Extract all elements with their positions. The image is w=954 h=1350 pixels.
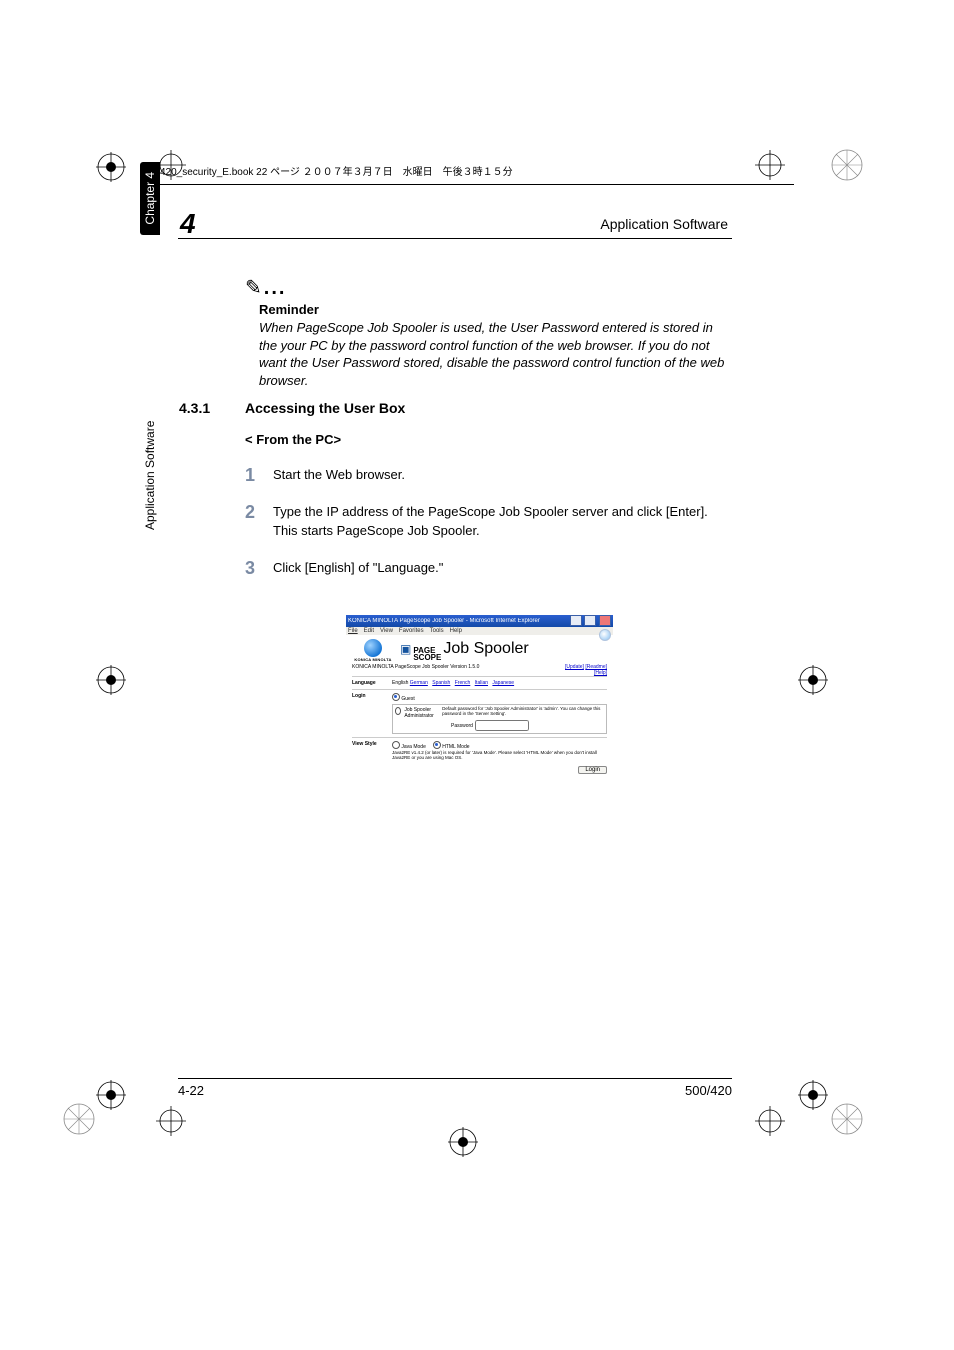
star-icon xyxy=(62,1102,96,1139)
viewstyle-label: View Style xyxy=(352,741,392,761)
window-titlebar: KONICA MINOLTA PageScope Job Spooler - M… xyxy=(346,615,613,627)
version-text: KONICA MINOLTA PageScope Job Spooler Ver… xyxy=(352,664,479,676)
footer-model: 500/420 xyxy=(685,1083,732,1098)
page-footer: 4-22 500/420 xyxy=(178,1078,732,1098)
print-header-text: 420_security_E.book 22 ページ ２００７年３月７日 水曜日… xyxy=(160,167,513,178)
step-list: 1 Start the Web browser. 2 Type the IP a… xyxy=(245,460,730,595)
crop-mark-icon xyxy=(448,1127,478,1157)
radio-java-mode[interactable] xyxy=(392,741,400,749)
link-update[interactable]: [Update] xyxy=(565,664,584,670)
step-text: Start the Web browser. xyxy=(273,466,730,485)
chapter-rule xyxy=(178,238,732,239)
step-text: Type the IP address of the PageScope Job… xyxy=(273,503,730,541)
menu-favorites[interactable]: Favorites xyxy=(399,628,424,634)
crop-mark-icon xyxy=(96,1080,126,1110)
minimize-icon[interactable] xyxy=(570,615,582,626)
password-label: Password xyxy=(451,723,473,729)
admin-info: Default password for 'Job Spooler Admini… xyxy=(442,707,604,717)
lang-japanese[interactable]: Japanese xyxy=(492,680,514,686)
menu-view[interactable]: View xyxy=(380,628,393,634)
pagescope-icon: ▣ xyxy=(400,642,411,656)
link-help[interactable]: [Help] xyxy=(594,670,607,676)
admin-label: Job Spooler Administrator xyxy=(404,707,439,719)
lang-french[interactable]: French xyxy=(455,680,471,686)
menu-tools[interactable]: Tools xyxy=(430,628,444,634)
pagescope-logo: ▣ PAGE SCOPE Job Spooler xyxy=(400,640,529,661)
language-label: Language xyxy=(352,680,392,686)
close-icon[interactable] xyxy=(599,615,611,626)
crop-mark-icon xyxy=(798,665,828,695)
ie-menubar[interactable]: File Edit View Favorites Tools Help xyxy=(346,627,613,635)
radio-admin[interactable] xyxy=(395,707,401,715)
step: 3 Click [English] of "Language." xyxy=(245,559,730,578)
lang-spanish[interactable]: Spanish xyxy=(432,680,450,686)
star-icon xyxy=(830,1102,864,1139)
side-tab-chapter: Chapter 4 xyxy=(140,162,160,235)
km-logo: KONICA MINOLTA xyxy=(352,639,394,662)
jobspooler-text: Job Spooler xyxy=(443,640,528,658)
globe-icon xyxy=(364,639,382,657)
section-subtitle: < From the PC> xyxy=(245,432,341,447)
maximize-icon[interactable] xyxy=(584,615,596,626)
step-number: 1 xyxy=(245,466,273,485)
reminder-block: ✎... Reminder When PageScope Job Spooler… xyxy=(245,275,730,389)
login-button[interactable]: Login xyxy=(578,766,607,774)
step: 2 Type the IP address of the PageScope J… xyxy=(245,503,730,541)
km-brand-text: KONICA MINOLTA xyxy=(354,657,391,662)
print-header: 420_security_E.book 22 ページ ２００７年３月７日 水曜日… xyxy=(160,163,794,185)
menu-help[interactable]: Help xyxy=(450,628,462,634)
chapter-number: 4 xyxy=(180,208,196,240)
window-buttons[interactable] xyxy=(569,615,611,628)
ie-logo-icon xyxy=(599,629,611,641)
step-text: Click [English] of "Language." xyxy=(273,559,730,578)
page: 420_security_E.book 22 ページ ２００７年３月７日 水曜日… xyxy=(0,0,954,1350)
step-number: 2 xyxy=(245,503,273,541)
crop-mark-icon xyxy=(96,152,126,182)
chapter-title: Application Software xyxy=(600,216,728,232)
crop-mark-icon xyxy=(156,1106,186,1136)
reminder-heading: Reminder xyxy=(259,302,730,317)
side-tab-title: Application Software xyxy=(143,235,157,530)
radio-html-mode[interactable] xyxy=(433,741,441,749)
crop-mark-icon xyxy=(798,1080,828,1110)
pagescope-text: PAGE SCOPE xyxy=(413,647,441,661)
password-input[interactable] xyxy=(475,720,529,731)
section-title: Accessing the User Box xyxy=(245,400,405,416)
menu-edit[interactable]: Edit xyxy=(364,628,374,634)
lang-english[interactable]: English xyxy=(392,680,408,686)
menu-file[interactable]: File xyxy=(348,628,358,634)
pencil-icon: ✎... xyxy=(245,275,730,300)
window-title: KONICA MINOLTA PageScope Job Spooler - M… xyxy=(348,618,540,624)
footer-page-number: 4-22 xyxy=(178,1083,204,1098)
side-tab: Application Software Chapter 4 xyxy=(140,162,160,530)
lang-italian[interactable]: Italian xyxy=(475,680,488,686)
crop-mark-icon xyxy=(96,665,126,695)
link-readme[interactable]: [Readme] xyxy=(585,664,607,670)
embedded-screenshot: KONICA MINOLTA PageScope Job Spooler - M… xyxy=(346,615,613,820)
login-label: Login xyxy=(352,693,392,734)
star-icon xyxy=(830,148,864,185)
step: 1 Start the Web browser. xyxy=(245,466,730,485)
reminder-body: When PageScope Job Spooler is used, the … xyxy=(259,319,730,389)
step-number: 3 xyxy=(245,559,273,578)
crop-mark-icon xyxy=(755,1106,785,1136)
section-number: 4.3.1 xyxy=(179,400,210,416)
viewstyle-note: Java2RE v1.4.2 (or later) is required fo… xyxy=(392,751,607,761)
lang-german[interactable]: German xyxy=(410,680,428,686)
radio-guest[interactable] xyxy=(392,693,400,701)
guest-label: Guest xyxy=(401,696,414,702)
